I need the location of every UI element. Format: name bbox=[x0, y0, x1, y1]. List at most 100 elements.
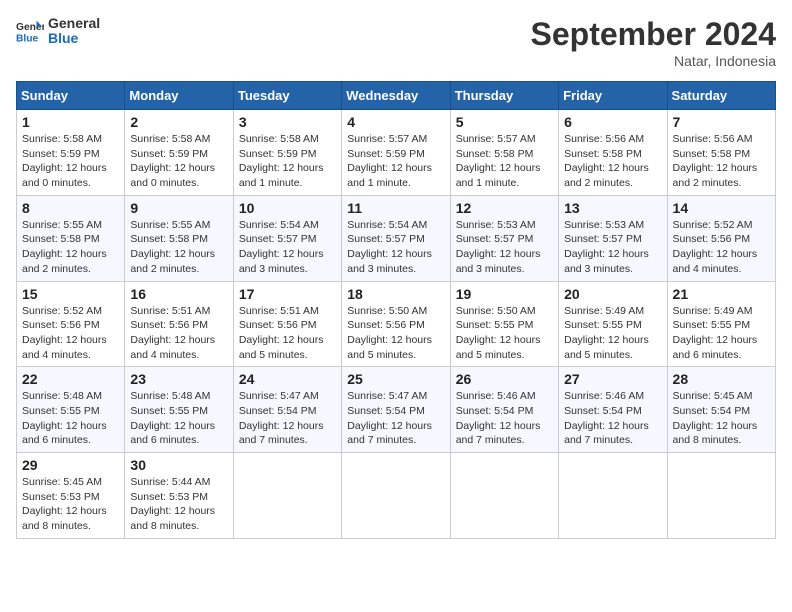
day-info: Sunrise: 5:57 AM Sunset: 5:59 PM Dayligh… bbox=[347, 132, 444, 191]
day-info: Sunrise: 5:56 AM Sunset: 5:58 PM Dayligh… bbox=[564, 132, 661, 191]
table-row: 1 Sunrise: 5:58 AM Sunset: 5:59 PM Dayli… bbox=[17, 110, 125, 196]
table-row: 29 Sunrise: 5:45 AM Sunset: 5:53 PM Dayl… bbox=[17, 453, 125, 539]
day-number: 4 bbox=[347, 114, 444, 130]
calendar-row: 1 Sunrise: 5:58 AM Sunset: 5:59 PM Dayli… bbox=[17, 110, 776, 196]
calendar-table: Sunday Monday Tuesday Wednesday Thursday… bbox=[16, 81, 776, 539]
calendar-row: 29 Sunrise: 5:45 AM Sunset: 5:53 PM Dayl… bbox=[17, 453, 776, 539]
table-row: 7 Sunrise: 5:56 AM Sunset: 5:58 PM Dayli… bbox=[667, 110, 775, 196]
month-title: September 2024 bbox=[531, 16, 776, 53]
day-number: 1 bbox=[22, 114, 119, 130]
table-row: 15 Sunrise: 5:52 AM Sunset: 5:56 PM Dayl… bbox=[17, 281, 125, 367]
day-info: Sunrise: 5:53 AM Sunset: 5:57 PM Dayligh… bbox=[456, 218, 553, 277]
calendar-body: 1 Sunrise: 5:58 AM Sunset: 5:59 PM Dayli… bbox=[17, 110, 776, 539]
day-number: 9 bbox=[130, 200, 227, 216]
location: Natar, Indonesia bbox=[531, 53, 776, 69]
table-row: 11 Sunrise: 5:54 AM Sunset: 5:57 PM Dayl… bbox=[342, 195, 450, 281]
day-info: Sunrise: 5:50 AM Sunset: 5:55 PM Dayligh… bbox=[456, 304, 553, 363]
table-row: 5 Sunrise: 5:57 AM Sunset: 5:58 PM Dayli… bbox=[450, 110, 558, 196]
logo-text-general: General bbox=[48, 16, 100, 31]
day-info: Sunrise: 5:57 AM Sunset: 5:58 PM Dayligh… bbox=[456, 132, 553, 191]
calendar-header: Sunday Monday Tuesday Wednesday Thursday… bbox=[17, 82, 776, 110]
header-thursday: Thursday bbox=[450, 82, 558, 110]
table-row bbox=[667, 453, 775, 539]
table-row: 8 Sunrise: 5:55 AM Sunset: 5:58 PM Dayli… bbox=[17, 195, 125, 281]
day-number: 27 bbox=[564, 371, 661, 387]
table-row: 18 Sunrise: 5:50 AM Sunset: 5:56 PM Dayl… bbox=[342, 281, 450, 367]
table-row: 28 Sunrise: 5:45 AM Sunset: 5:54 PM Dayl… bbox=[667, 367, 775, 453]
day-info: Sunrise: 5:51 AM Sunset: 5:56 PM Dayligh… bbox=[239, 304, 336, 363]
title-block: September 2024 Natar, Indonesia bbox=[531, 16, 776, 69]
header-friday: Friday bbox=[559, 82, 667, 110]
day-number: 2 bbox=[130, 114, 227, 130]
day-number: 12 bbox=[456, 200, 553, 216]
day-number: 26 bbox=[456, 371, 553, 387]
table-row: 23 Sunrise: 5:48 AM Sunset: 5:55 PM Dayl… bbox=[125, 367, 233, 453]
day-number: 15 bbox=[22, 286, 119, 302]
table-row: 27 Sunrise: 5:46 AM Sunset: 5:54 PM Dayl… bbox=[559, 367, 667, 453]
table-row bbox=[559, 453, 667, 539]
table-row: 21 Sunrise: 5:49 AM Sunset: 5:55 PM Dayl… bbox=[667, 281, 775, 367]
day-number: 13 bbox=[564, 200, 661, 216]
day-info: Sunrise: 5:54 AM Sunset: 5:57 PM Dayligh… bbox=[239, 218, 336, 277]
table-row: 26 Sunrise: 5:46 AM Sunset: 5:54 PM Dayl… bbox=[450, 367, 558, 453]
day-info: Sunrise: 5:50 AM Sunset: 5:56 PM Dayligh… bbox=[347, 304, 444, 363]
header-monday: Monday bbox=[125, 82, 233, 110]
day-info: Sunrise: 5:47 AM Sunset: 5:54 PM Dayligh… bbox=[239, 389, 336, 448]
day-info: Sunrise: 5:48 AM Sunset: 5:55 PM Dayligh… bbox=[22, 389, 119, 448]
table-row: 25 Sunrise: 5:47 AM Sunset: 5:54 PM Dayl… bbox=[342, 367, 450, 453]
day-info: Sunrise: 5:47 AM Sunset: 5:54 PM Dayligh… bbox=[347, 389, 444, 448]
day-number: 8 bbox=[22, 200, 119, 216]
table-row: 30 Sunrise: 5:44 AM Sunset: 5:53 PM Dayl… bbox=[125, 453, 233, 539]
header-tuesday: Tuesday bbox=[233, 82, 341, 110]
table-row: 2 Sunrise: 5:58 AM Sunset: 5:59 PM Dayli… bbox=[125, 110, 233, 196]
day-info: Sunrise: 5:46 AM Sunset: 5:54 PM Dayligh… bbox=[564, 389, 661, 448]
table-row: 22 Sunrise: 5:48 AM Sunset: 5:55 PM Dayl… bbox=[17, 367, 125, 453]
day-info: Sunrise: 5:52 AM Sunset: 5:56 PM Dayligh… bbox=[22, 304, 119, 363]
day-info: Sunrise: 5:44 AM Sunset: 5:53 PM Dayligh… bbox=[130, 475, 227, 534]
table-row bbox=[342, 453, 450, 539]
day-number: 24 bbox=[239, 371, 336, 387]
table-row: 4 Sunrise: 5:57 AM Sunset: 5:59 PM Dayli… bbox=[342, 110, 450, 196]
svg-text:Blue: Blue bbox=[16, 34, 39, 45]
table-row: 6 Sunrise: 5:56 AM Sunset: 5:58 PM Dayli… bbox=[559, 110, 667, 196]
table-row: 19 Sunrise: 5:50 AM Sunset: 5:55 PM Dayl… bbox=[450, 281, 558, 367]
logo-text-blue: Blue bbox=[48, 31, 100, 46]
day-info: Sunrise: 5:46 AM Sunset: 5:54 PM Dayligh… bbox=[456, 389, 553, 448]
calendar-row: 8 Sunrise: 5:55 AM Sunset: 5:58 PM Dayli… bbox=[17, 195, 776, 281]
day-number: 19 bbox=[456, 286, 553, 302]
day-info: Sunrise: 5:58 AM Sunset: 5:59 PM Dayligh… bbox=[239, 132, 336, 191]
day-info: Sunrise: 5:58 AM Sunset: 5:59 PM Dayligh… bbox=[130, 132, 227, 191]
day-info: Sunrise: 5:45 AM Sunset: 5:54 PM Dayligh… bbox=[673, 389, 770, 448]
table-row: 14 Sunrise: 5:52 AM Sunset: 5:56 PM Dayl… bbox=[667, 195, 775, 281]
table-row bbox=[450, 453, 558, 539]
day-number: 29 bbox=[22, 457, 119, 473]
header-saturday: Saturday bbox=[667, 82, 775, 110]
day-number: 7 bbox=[673, 114, 770, 130]
calendar-row: 15 Sunrise: 5:52 AM Sunset: 5:56 PM Dayl… bbox=[17, 281, 776, 367]
table-row: 10 Sunrise: 5:54 AM Sunset: 5:57 PM Dayl… bbox=[233, 195, 341, 281]
table-row: 24 Sunrise: 5:47 AM Sunset: 5:54 PM Dayl… bbox=[233, 367, 341, 453]
table-row bbox=[233, 453, 341, 539]
day-info: Sunrise: 5:52 AM Sunset: 5:56 PM Dayligh… bbox=[673, 218, 770, 277]
table-row: 3 Sunrise: 5:58 AM Sunset: 5:59 PM Dayli… bbox=[233, 110, 341, 196]
day-info: Sunrise: 5:49 AM Sunset: 5:55 PM Dayligh… bbox=[673, 304, 770, 363]
calendar-row: 22 Sunrise: 5:48 AM Sunset: 5:55 PM Dayl… bbox=[17, 367, 776, 453]
day-number: 11 bbox=[347, 200, 444, 216]
day-info: Sunrise: 5:49 AM Sunset: 5:55 PM Dayligh… bbox=[564, 304, 661, 363]
header-wednesday: Wednesday bbox=[342, 82, 450, 110]
logo: General Blue General Blue bbox=[16, 16, 100, 47]
day-info: Sunrise: 5:54 AM Sunset: 5:57 PM Dayligh… bbox=[347, 218, 444, 277]
day-number: 10 bbox=[239, 200, 336, 216]
day-info: Sunrise: 5:56 AM Sunset: 5:58 PM Dayligh… bbox=[673, 132, 770, 191]
day-number: 14 bbox=[673, 200, 770, 216]
table-row: 12 Sunrise: 5:53 AM Sunset: 5:57 PM Dayl… bbox=[450, 195, 558, 281]
table-row: 20 Sunrise: 5:49 AM Sunset: 5:55 PM Dayl… bbox=[559, 281, 667, 367]
day-number: 21 bbox=[673, 286, 770, 302]
day-number: 23 bbox=[130, 371, 227, 387]
svg-text:General: General bbox=[16, 22, 44, 33]
day-info: Sunrise: 5:51 AM Sunset: 5:56 PM Dayligh… bbox=[130, 304, 227, 363]
day-number: 6 bbox=[564, 114, 661, 130]
page-header: General Blue General Blue September 2024… bbox=[16, 16, 776, 69]
day-number: 25 bbox=[347, 371, 444, 387]
day-number: 18 bbox=[347, 286, 444, 302]
